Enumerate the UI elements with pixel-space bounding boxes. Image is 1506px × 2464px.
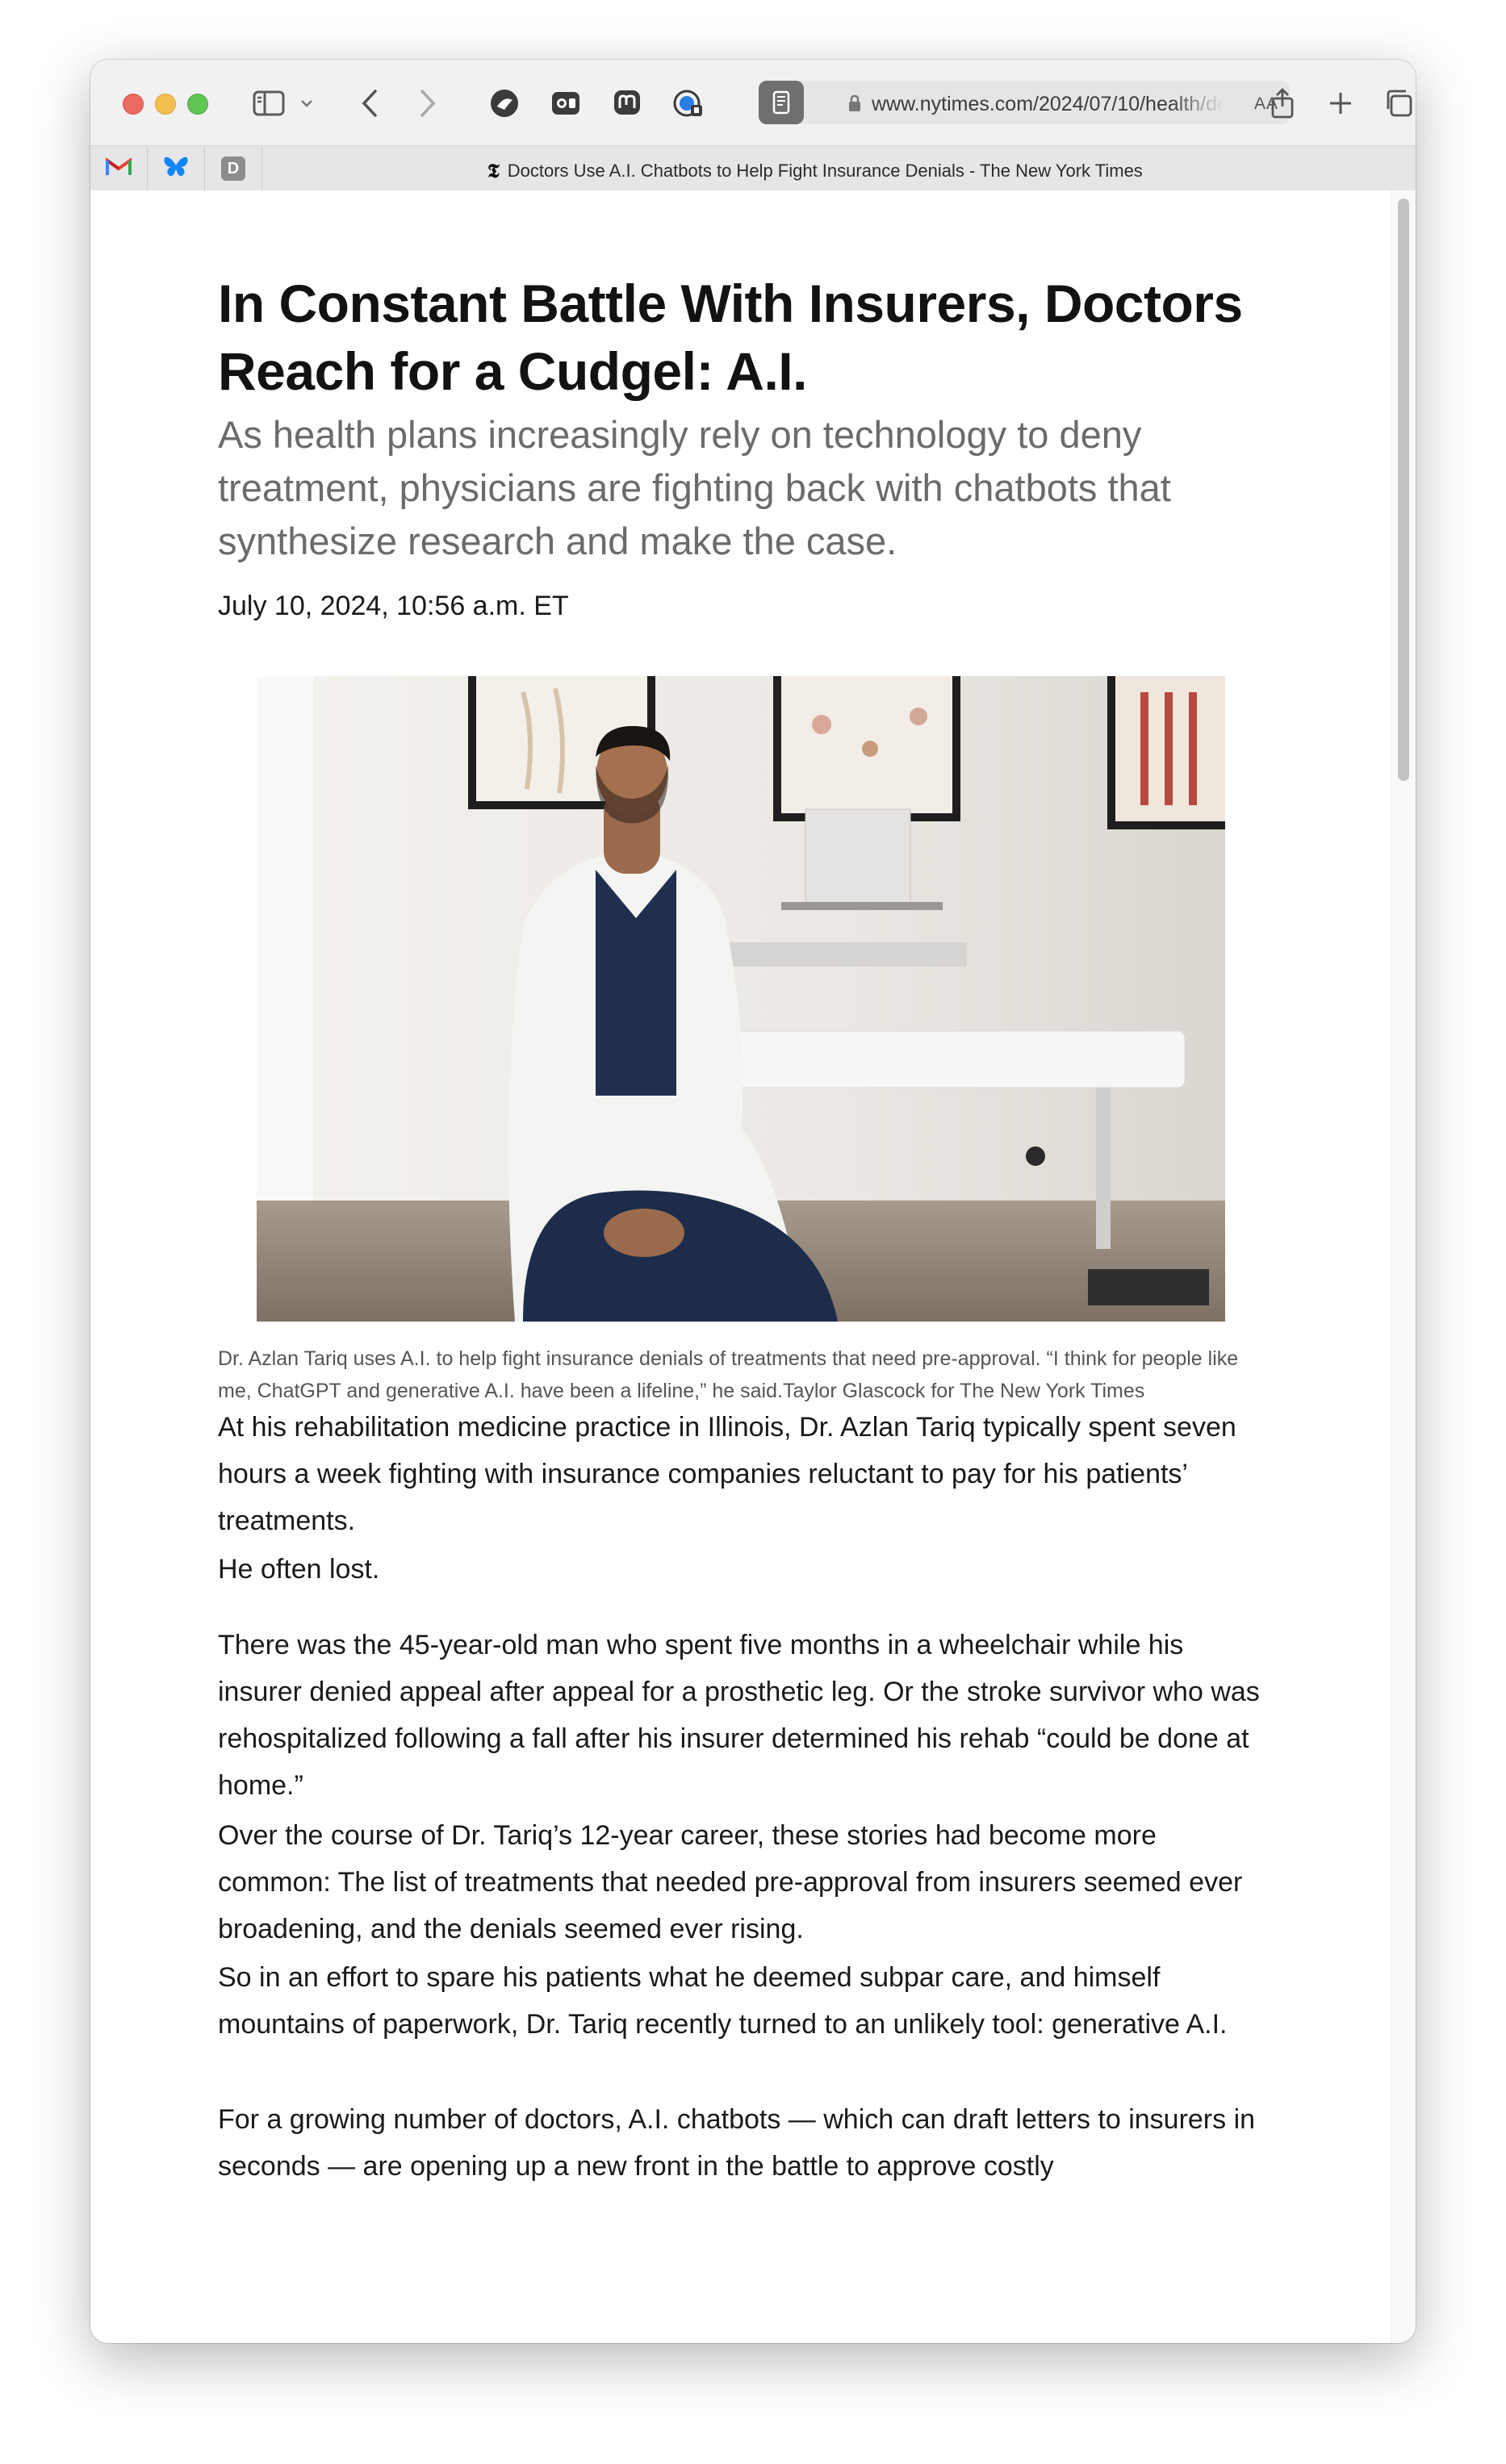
nyt-favicon-icon: 𝕿 (487, 159, 500, 182)
d-app-icon: D (221, 157, 245, 181)
tab-overview-icon[interactable] (1380, 84, 1416, 123)
pinned-tab-d[interactable]: D (205, 146, 262, 191)
article-paragraph: Over the course of Dr. Tariq’s 12-year c… (218, 1820, 1243, 1944)
article-photo (257, 676, 1225, 1322)
photo-caption: Dr. Azlan Tariq uses A.I. to help fight … (218, 1347, 1239, 1402)
tab-bar: D 𝕿 Doctors Use A.I. Chatbots to Help Fi… (90, 145, 1416, 192)
close-window-button[interactable] (123, 94, 144, 115)
minimize-window-button[interactable] (155, 94, 176, 115)
zoom-window-button[interactable] (187, 94, 208, 115)
scrollbar[interactable] (1391, 190, 1416, 2343)
pinned-tab-bluesky[interactable] (148, 146, 205, 191)
reader-mode-button[interactable] (759, 81, 804, 124)
lock-icon (847, 94, 862, 117)
article-paragraph: There was the 45-year-old man who spent … (218, 1630, 1260, 1801)
share-icon[interactable] (1262, 84, 1303, 123)
extension-icon-1[interactable] (486, 84, 523, 123)
article-paragraph: So in an effort to spare his patients wh… (218, 1962, 1228, 2040)
bluesky-icon (162, 155, 190, 183)
article-headline: In Constant Battle With Insurers, Doctor… (218, 274, 1243, 401)
sidebar-toggle-icon[interactable] (249, 84, 289, 123)
scrollbar-thumb[interactable] (1398, 198, 1409, 781)
url-text[interactable]: www.nytimes.com/2024/07/10/health/doctor… (872, 93, 1224, 116)
gmail-icon (106, 157, 132, 181)
article-date: July 10, 2024, 10:56 a.m. ET (218, 591, 569, 621)
article-paragraph: For a growing number of doctors, A.I. ch… (218, 2104, 1256, 2182)
back-icon[interactable] (353, 84, 386, 123)
browser-window: www.nytimes.com/2024/07/10/health/doctor… (90, 60, 1416, 2343)
browser-toolbar: www.nytimes.com/2024/07/10/health/doctor… (90, 60, 1416, 145)
extension-icon-2[interactable] (547, 84, 584, 123)
password-manager-icon[interactable] (670, 84, 707, 123)
forward-icon[interactable] (412, 84, 444, 123)
page-content: In Constant Battle With Insurers, Doctor… (90, 190, 1416, 2343)
address-bar[interactable]: www.nytimes.com/2024/07/10/health/doctor… (759, 81, 1290, 124)
article-paragraph: He often lost. (218, 1554, 380, 1585)
active-tab[interactable]: 𝕿 Doctors Use A.I. Chatbots to Help Figh… (487, 159, 1143, 182)
active-tab-title: Doctors Use A.I. Chatbots to Help Fight … (507, 160, 1143, 181)
mastodon-icon[interactable] (609, 84, 646, 123)
chevron-down-icon[interactable] (297, 84, 316, 123)
article-paragraph: At his rehabilitation medicine practice … (218, 1412, 1236, 1536)
new-tab-icon[interactable] (1322, 84, 1359, 123)
article-dek: As health plans increasingly rely on tec… (218, 413, 1171, 562)
pinned-tab-gmail[interactable] (90, 146, 148, 191)
